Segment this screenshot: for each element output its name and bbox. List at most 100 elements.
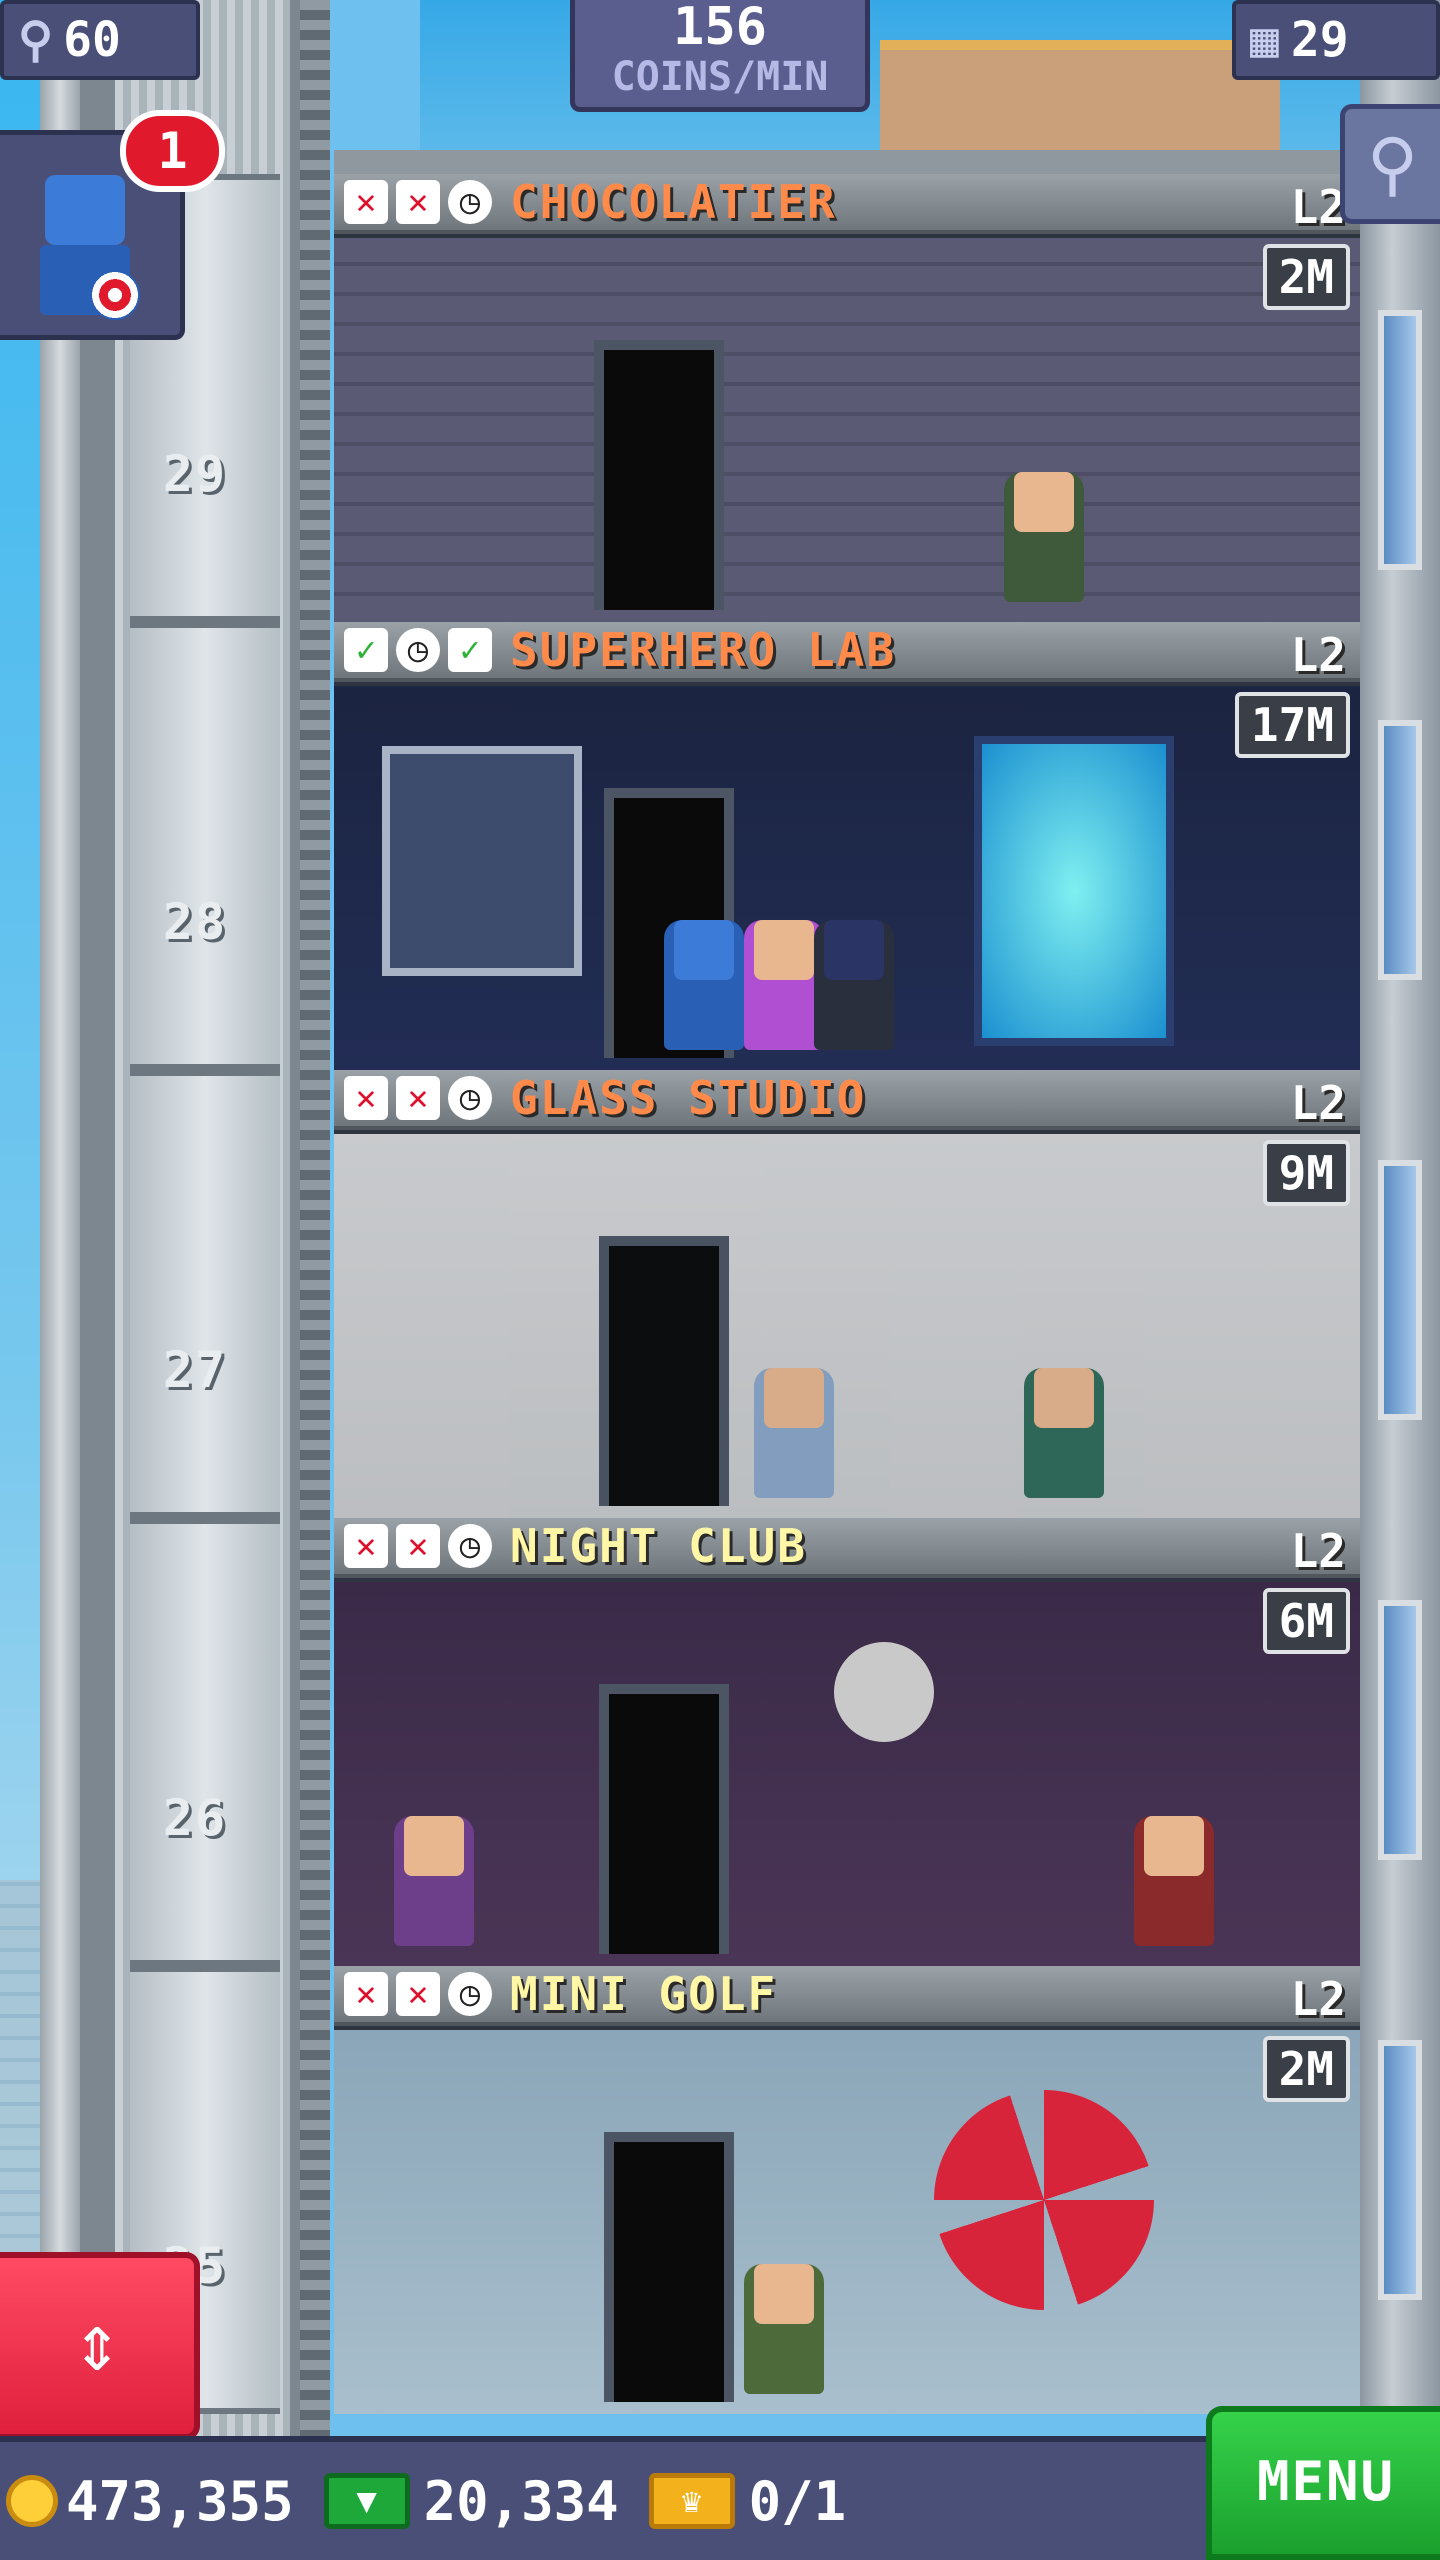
floor-number: 26 — [162, 1789, 228, 1847]
superhero-avatar-icon — [30, 175, 140, 320]
room-interior — [334, 238, 1360, 622]
floor-chocolatier[interactable]: ✕ ✕ ◷ CHOCOLATIER L2 2M — [334, 174, 1360, 622]
resident-character[interactable] — [814, 920, 894, 1050]
status-x-icon: ✕ — [396, 1076, 440, 1120]
window — [1378, 720, 1422, 980]
floor-counter[interactable]: ▦ 29 — [1232, 0, 1440, 80]
clock-icon: ◷ — [448, 1524, 492, 1568]
coins-rate-value: 156 — [673, 0, 767, 57]
status-x-icon: ✕ — [396, 1972, 440, 2016]
door — [594, 340, 724, 610]
window — [1378, 310, 1422, 570]
windmill — [934, 2090, 1154, 2310]
floor-level: L2 — [1290, 1076, 1346, 1130]
stock-label: 6M — [1262, 1588, 1350, 1654]
window — [1378, 1600, 1422, 1860]
floor-number: 27 — [162, 1341, 228, 1399]
clock-icon: ◷ — [448, 180, 492, 224]
zoom-button[interactable]: ⚲ — [1340, 104, 1440, 224]
resident-character[interactable] — [744, 2264, 824, 2394]
floor-header: ✓ ◷ ✓ SUPERHERO LAB L2 — [334, 622, 1360, 682]
building-icon: ▦ — [1250, 12, 1279, 68]
population-counter[interactable]: ⚲ 60 — [0, 0, 200, 80]
bux-counter[interactable]: ▼ 20,334 — [323, 2469, 619, 2533]
bux-value: 20,334 — [423, 2469, 619, 2533]
window — [1378, 1160, 1422, 1420]
resident-character[interactable] — [1004, 472, 1084, 602]
ticket-value: 0/1 — [748, 2469, 847, 2533]
floor-header: ✕ ✕ ◷ NIGHT CLUB L2 — [334, 1518, 1360, 1578]
window — [1378, 2040, 1422, 2300]
menu-button[interactable]: MENU — [1206, 2406, 1440, 2560]
stock-label: 2M — [1262, 244, 1350, 310]
floor-level: L2 — [1290, 1524, 1346, 1578]
resident-character[interactable] — [664, 920, 744, 1050]
shaft-left-rail — [40, 0, 80, 2560]
floor-name: GLASS STUDIO — [510, 1071, 867, 1125]
hologram-chamber — [974, 736, 1174, 1046]
shaft-panel — [130, 1070, 280, 1518]
coins-per-minute-banner: 156 COINS/MIN — [570, 0, 870, 112]
floor-mini-golf[interactable]: ✕ ✕ ◷ MINI GOLF L2 2M — [334, 1966, 1360, 2414]
person-icon: ⚲ — [18, 12, 54, 68]
floor-level: L2 — [1290, 180, 1346, 234]
resident-character[interactable] — [744, 920, 824, 1050]
floor-superhero-lab[interactable]: ✓ ◷ ✓ SUPERHERO LAB L2 17M — [334, 622, 1360, 1070]
status-x-icon: ✕ — [344, 1972, 388, 2016]
vip-ticket-icon: ♛ — [648, 2473, 735, 2529]
construction-floor — [880, 40, 1280, 150]
bux-icon: ▼ — [323, 2473, 410, 2529]
floor-name: MINI GOLF — [510, 1967, 778, 2021]
floor-header: ✕ ✕ ◷ MINI GOLF L2 — [334, 1966, 1360, 2026]
coins-value: 473,355 — [66, 2469, 294, 2533]
room-interior — [334, 1582, 1360, 1966]
resident-character[interactable] — [754, 1368, 834, 1498]
resident-character[interactable] — [1134, 1816, 1214, 1946]
floor-level: L2 — [1290, 1972, 1346, 2026]
check-icon: ✓ — [448, 628, 492, 672]
floor-header: ✕ ✕ ◷ GLASS STUDIO L2 — [334, 1070, 1360, 1130]
ticket-counter[interactable]: ♛ 0/1 — [648, 2469, 847, 2533]
coin-icon — [6, 2475, 58, 2527]
coins-rate-unit: COINS/MIN — [611, 54, 829, 100]
up-down-arrows-icon: ⇕ — [72, 2296, 122, 2389]
floor-count-value: 29 — [1290, 12, 1349, 68]
floor-name: CHOCOLATIER — [510, 175, 837, 229]
resident-character[interactable] — [394, 1816, 474, 1946]
door — [599, 1236, 729, 1506]
notification-badge: 1 — [120, 110, 225, 192]
blueprint-screen — [382, 746, 582, 976]
floor-glass-studio[interactable]: ✕ ✕ ◷ GLASS STUDIO L2 9M — [334, 1070, 1360, 1518]
status-x-icon: ✕ — [396, 180, 440, 224]
resident-character[interactable] — [1024, 1368, 1104, 1498]
floor-name: NIGHT CLUB — [510, 1519, 807, 1573]
shaft-panel — [130, 622, 280, 1070]
shaft-panel — [130, 1518, 280, 1966]
floor-header: ✕ ✕ ◷ CHOCOLATIER L2 — [334, 174, 1360, 234]
door — [604, 2132, 734, 2402]
city-background — [0, 1880, 40, 2300]
status-x-icon: ✕ — [396, 1524, 440, 1568]
check-icon: ✓ — [344, 628, 388, 672]
status-x-icon: ✕ — [344, 1076, 388, 1120]
shaft-rail — [300, 0, 330, 2560]
magnifier-icon: ⚲ — [1366, 123, 1419, 205]
clock-icon: ◷ — [448, 1076, 492, 1120]
elevator-button[interactable]: ⇕ — [0, 2252, 200, 2440]
door — [599, 1684, 729, 1954]
room-interior — [334, 2030, 1360, 2414]
floor-number: 28 — [162, 893, 228, 951]
clock-icon: ◷ — [448, 1972, 492, 2016]
stock-label: 17M — [1234, 692, 1350, 758]
floor-number: 29 — [162, 445, 228, 503]
room-interior — [334, 1134, 1360, 1518]
floor-night-club[interactable]: ✕ ✕ ◷ NIGHT CLUB L2 6M — [334, 1518, 1360, 1966]
floor-level: L2 — [1290, 628, 1346, 682]
clock-icon: ◷ — [396, 628, 440, 672]
disco-ball — [834, 1642, 934, 1742]
coins-counter[interactable]: 473,355 — [6, 2470, 294, 2533]
roof-ledge — [334, 150, 1360, 174]
status-x-icon: ✕ — [344, 1524, 388, 1568]
room-interior — [334, 686, 1360, 1070]
stock-label: 2M — [1262, 2036, 1350, 2102]
